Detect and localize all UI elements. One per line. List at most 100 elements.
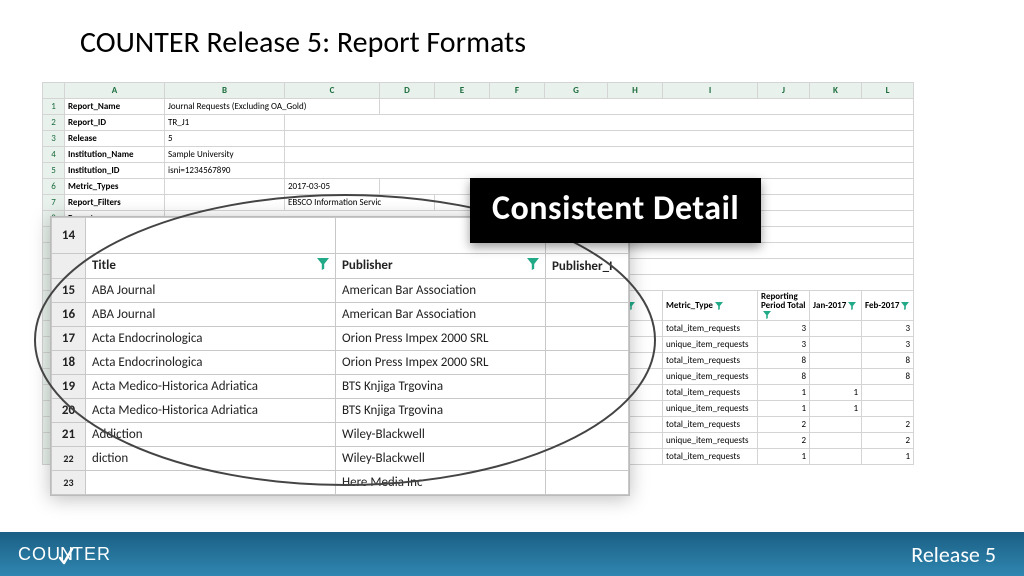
cell[interactable]: Release — [65, 131, 165, 147]
cell[interactable]: 8 — [758, 353, 810, 369]
cell[interactable]: unique_item_requests — [663, 337, 758, 353]
cell[interactable]: American Bar Association — [336, 279, 546, 303]
filter-icon[interactable] — [901, 302, 909, 310]
cell[interactable]: 8 — [758, 369, 810, 385]
col-b[interactable]: B — [165, 83, 285, 99]
filter-icon[interactable] — [527, 258, 539, 274]
cell[interactable]: 1 — [862, 449, 914, 465]
label: Title — [92, 258, 116, 273]
cell[interactable]: unique_item_requests — [663, 369, 758, 385]
cell[interactable]: 2017-03-05 — [285, 179, 380, 195]
cell[interactable] — [810, 417, 862, 433]
cell[interactable]: Orion Press Impex 2000 SRL — [336, 351, 546, 375]
col-feb[interactable]: Feb-2017 — [862, 291, 914, 321]
cell[interactable] — [86, 471, 336, 495]
cell[interactable]: 1 — [810, 385, 862, 401]
logo-icon: COU TER N — [18, 540, 138, 568]
cell[interactable] — [862, 401, 914, 417]
cell[interactable]: Acta Endocrinologica — [86, 351, 336, 375]
cell[interactable]: 8 — [862, 369, 914, 385]
cell[interactable]: Wiley-Blackwell — [336, 447, 546, 471]
cell[interactable]: Report_ID — [65, 115, 165, 131]
col-h[interactable]: H — [608, 83, 663, 99]
cell[interactable]: Sample University — [165, 147, 285, 163]
cell[interactable]: Here Media Inc — [336, 471, 546, 495]
cell[interactable]: ABA Journal — [86, 279, 336, 303]
cell[interactable]: TR_J1 — [165, 115, 285, 131]
cell[interactable]: 2 — [758, 433, 810, 449]
cell[interactable]: unique_item_requests — [663, 401, 758, 417]
cell[interactable]: 1 — [758, 385, 810, 401]
cell[interactable]: 3 — [758, 321, 810, 337]
cell[interactable]: Acta Medico-Historica Adriatica — [86, 399, 336, 423]
zoom-row: 19Acta Medico-Historica AdriaticaBTS Knj… — [52, 375, 629, 399]
cell[interactable]: Acta Endocrinologica — [86, 327, 336, 351]
filter-icon[interactable] — [715, 302, 723, 310]
zoom-col-publisher[interactable]: Publisher — [336, 254, 546, 279]
cell[interactable]: 1 — [758, 401, 810, 417]
filter-icon[interactable] — [763, 311, 771, 319]
col-metric-type[interactable]: Metric_Type — [663, 291, 758, 321]
cell[interactable]: Wiley-Blackwell — [336, 423, 546, 447]
zoom-col-title[interactable]: Title — [86, 254, 336, 279]
col-i[interactable]: I — [663, 83, 758, 99]
cell[interactable]: 2 — [862, 433, 914, 449]
cell[interactable]: 1 — [758, 449, 810, 465]
col-l[interactable]: L — [862, 83, 914, 99]
col-g[interactable]: G — [545, 83, 608, 99]
cell[interactable]: EBSCO Information Servic — [285, 195, 435, 211]
cell[interactable]: 3 — [862, 321, 914, 337]
cell[interactable]: total_item_requests — [663, 385, 758, 401]
col-a[interactable]: A — [65, 83, 165, 99]
cell[interactable]: BTS Knjiga Trgovina — [336, 399, 546, 423]
cell[interactable]: Metric_Types — [65, 179, 165, 195]
col-k[interactable]: K — [810, 83, 862, 99]
cell[interactable] — [810, 369, 862, 385]
cell[interactable]: BTS Knjiga Trgovina — [336, 375, 546, 399]
cell[interactable]: total_item_requests — [663, 353, 758, 369]
sheet-row: 1Report_NameJournal Requests (Excluding … — [43, 99, 914, 115]
cell[interactable] — [810, 337, 862, 353]
cell[interactable]: 2 — [862, 417, 914, 433]
svg-text:COU: COU — [18, 544, 61, 564]
cell[interactable] — [862, 385, 914, 401]
filter-icon[interactable] — [848, 302, 856, 310]
cell[interactable]: Addiction — [86, 423, 336, 447]
col-f[interactable]: F — [490, 83, 545, 99]
cell[interactable]: unique_item_requests — [663, 433, 758, 449]
cell[interactable]: diction — [86, 447, 336, 471]
cell[interactable] — [810, 449, 862, 465]
col-e[interactable]: E — [435, 83, 490, 99]
cell[interactable] — [810, 321, 862, 337]
cell[interactable]: total_item_requests — [663, 321, 758, 337]
col-jan[interactable]: Jan-2017 — [810, 291, 862, 321]
cell[interactable]: Report_Filters — [65, 195, 165, 211]
col-j[interactable]: J — [758, 83, 810, 99]
cell[interactable]: 8 — [862, 353, 914, 369]
slide: COUNTER Release 5: Report Formats A B C … — [0, 0, 1024, 576]
cell[interactable] — [810, 433, 862, 449]
zoom-col-publisher-id[interactable]: Publisher_I — [546, 254, 629, 279]
cell[interactable]: total_item_requests — [663, 449, 758, 465]
cell[interactable]: Journal Requests (Excluding OA_Gold) — [165, 99, 380, 115]
cell[interactable]: isni=1234567890 — [165, 163, 285, 179]
cell[interactable]: Institution_Name — [65, 147, 165, 163]
cell[interactable]: Report_Name — [65, 99, 165, 115]
filter-icon[interactable] — [317, 258, 329, 274]
cell[interactable]: 5 — [165, 131, 285, 147]
cell[interactable]: Institution_ID — [65, 163, 165, 179]
slide-title: COUNTER Release 5: Report Formats — [80, 24, 526, 61]
cell[interactable]: Acta Medico-Historica Adriatica — [86, 375, 336, 399]
cell[interactable]: 3 — [758, 337, 810, 353]
cell[interactable]: 2 — [758, 417, 810, 433]
cell[interactable]: ABA Journal — [86, 303, 336, 327]
cell[interactable]: 1 — [810, 401, 862, 417]
col-d[interactable]: D — [380, 83, 435, 99]
cell[interactable]: American Bar Association — [336, 303, 546, 327]
cell[interactable]: Orion Press Impex 2000 SRL — [336, 327, 546, 351]
cell[interactable] — [810, 353, 862, 369]
cell[interactable]: total_item_requests — [663, 417, 758, 433]
col-c[interactable]: C — [285, 83, 380, 99]
cell[interactable]: 3 — [862, 337, 914, 353]
col-reporting-total[interactable]: Reporting Period Total — [758, 291, 810, 321]
